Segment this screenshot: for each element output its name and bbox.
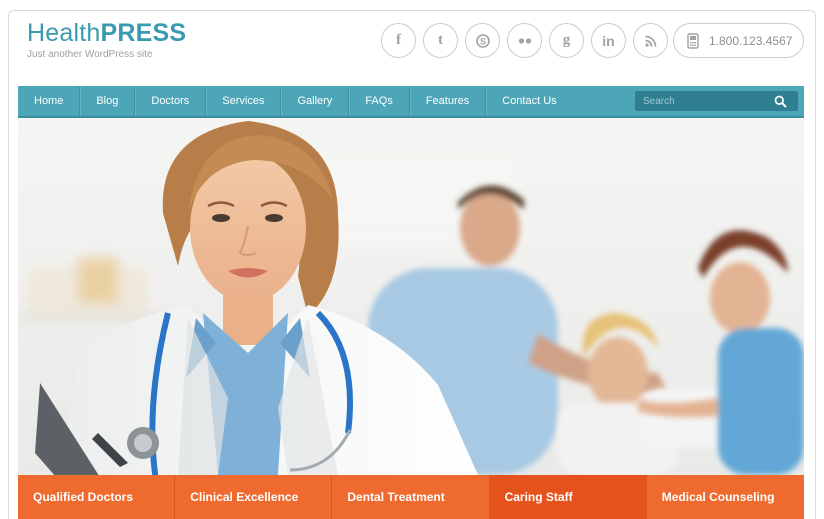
- site-tagline: Just another WordPress site: [27, 49, 153, 60]
- search-input[interactable]: [635, 95, 770, 107]
- tab-qualified-doctors[interactable]: Qualified Doctors: [18, 475, 176, 519]
- phone-number: 1.800.123.4567: [709, 33, 793, 48]
- tab-medical-counseling[interactable]: Medical Counseling: [647, 475, 804, 519]
- nav-item-faqs[interactable]: FAQs: [349, 86, 410, 116]
- site-logo[interactable]: HealthPRESS Just another WordPress site: [27, 19, 187, 61]
- phone-number-box[interactable]: 1.800.123.4567: [673, 23, 804, 58]
- flickr-link[interactable]: [507, 23, 542, 58]
- hero-photo: [18, 118, 804, 475]
- rss-link[interactable]: [633, 23, 668, 58]
- tab-caring-staff[interactable]: Caring Staff: [489, 475, 647, 519]
- search-box: [635, 91, 798, 111]
- facebook-icon: f: [396, 32, 401, 48]
- hero-slider-image: [18, 118, 804, 475]
- site-title: HealthPRESS: [27, 19, 187, 47]
- twitter-link[interactable]: t: [423, 23, 458, 58]
- google-link[interactable]: g: [549, 23, 584, 58]
- feature-tabs: Qualified Doctors Clinical Excellence De…: [18, 475, 804, 519]
- linkedin-link[interactable]: in: [591, 23, 626, 58]
- skype-link[interactable]: S: [465, 23, 500, 58]
- facebook-link[interactable]: f: [381, 23, 416, 58]
- search-icon[interactable]: [774, 95, 787, 108]
- nav-item-home[interactable]: Home: [18, 86, 81, 116]
- google-icon: g: [562, 32, 571, 48]
- nav-item-features[interactable]: Features: [410, 86, 487, 116]
- linkedin-icon: in: [602, 32, 615, 49]
- tab-dental-treatment[interactable]: Dental Treatment: [332, 475, 490, 519]
- svg-text:S: S: [479, 36, 485, 46]
- phone-icon: [687, 32, 699, 49]
- twitter-icon: t: [438, 32, 443, 48]
- flickr-icon: [518, 37, 531, 44]
- nav-item-doctors[interactable]: Doctors: [135, 86, 207, 116]
- nav-item-services[interactable]: Services: [206, 86, 282, 116]
- nav-item-gallery[interactable]: Gallery: [281, 86, 350, 116]
- nav-item-contact-us[interactable]: Contact Us: [486, 86, 572, 116]
- rss-icon: [644, 35, 656, 47]
- skype-icon: S: [475, 33, 490, 48]
- nav-item-blog[interactable]: Blog: [80, 86, 136, 116]
- social-links: f t S g in: [381, 23, 675, 58]
- tab-clinical-excellence[interactable]: Clinical Excellence: [175, 475, 333, 519]
- main-nav: Home Blog Doctors Services Gallery FAQs …: [18, 86, 804, 118]
